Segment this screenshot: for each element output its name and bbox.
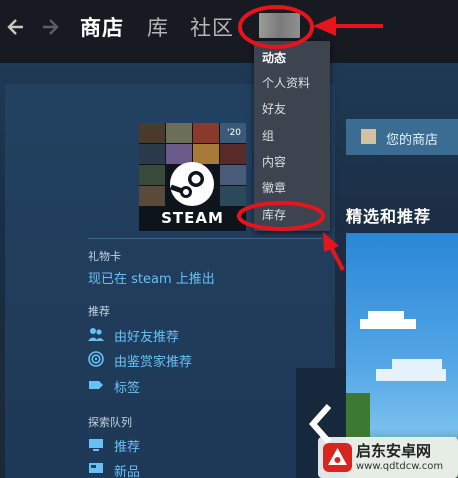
cloud-shape xyxy=(360,319,416,329)
new-releases-link[interactable]: 新品 xyxy=(114,461,140,478)
menu-item-profile[interactable]: 个人资料 xyxy=(262,74,310,91)
back-arrow-icon[interactable] xyxy=(6,16,26,38)
recommend-heading: 推荐 xyxy=(88,305,110,318)
community-dropdown-menu: 动态 个人资料 好友 组 内容 徽章 库存 xyxy=(254,41,330,231)
menu-item-friends[interactable]: 好友 xyxy=(262,100,286,117)
card-year-badge: '20 xyxy=(227,128,241,138)
site-watermark: 启东安卓网 www.qdtdcw.com xyxy=(318,437,458,478)
queue-recommend-icon xyxy=(88,436,104,452)
card-label: STEAM xyxy=(161,209,224,227)
menu-item-badges[interactable]: 徽章 xyxy=(262,179,286,196)
forward-arrow-icon[interactable] xyxy=(40,16,60,38)
discovery-queue-heading: 探索队列 xyxy=(88,416,132,429)
cloud-shape xyxy=(392,359,442,369)
friends-icon xyxy=(88,326,104,342)
featured-heading: 精选和推荐 xyxy=(346,207,432,226)
new-releases-icon xyxy=(88,461,104,477)
tags-link[interactable]: 标签 xyxy=(114,377,140,396)
steam-logo-icon xyxy=(169,161,215,207)
menu-item-content[interactable]: 内容 xyxy=(262,153,286,170)
curator-recommend-link[interactable]: 由鉴赏家推荐 xyxy=(114,351,192,370)
cloud-shape xyxy=(368,311,404,319)
menu-item-activity[interactable]: 动态 xyxy=(262,49,286,66)
queue-recommend-link[interactable]: 推荐 xyxy=(114,436,140,455)
tab-community[interactable]: 社区 xyxy=(190,12,234,42)
menu-item-groups[interactable]: 组 xyxy=(262,127,274,144)
menu-item-inventory[interactable]: 库存 xyxy=(262,206,286,223)
tab-library[interactable]: 库 xyxy=(147,12,169,42)
username-tab-blurred[interactable] xyxy=(259,13,300,38)
friend-recommend-link[interactable]: 由好友推荐 xyxy=(114,326,179,345)
watermark-title: 启东安卓网 xyxy=(356,442,432,460)
tag-icon xyxy=(88,377,104,393)
tab-store[interactable]: 商店 xyxy=(80,12,124,42)
steam-gift-card[interactable]: '20 STEAM xyxy=(139,123,246,231)
curator-icon xyxy=(88,351,104,367)
avatar xyxy=(361,129,376,144)
gift-card-heading: 礼物卡 xyxy=(88,250,121,263)
top-nav-bar: 商店 库 社区 xyxy=(0,0,458,63)
your-store-label: 您的商店 xyxy=(386,133,439,148)
watermark-logo-icon xyxy=(323,443,352,472)
your-store-button[interactable]: 您的商店 xyxy=(346,119,458,155)
cloud-shape xyxy=(376,369,446,381)
gift-card-link[interactable]: 现已在 steam 上推出 xyxy=(88,268,215,287)
sidebar-divider xyxy=(88,238,322,239)
watermark-url: www.qdtdcw.com xyxy=(356,461,444,472)
